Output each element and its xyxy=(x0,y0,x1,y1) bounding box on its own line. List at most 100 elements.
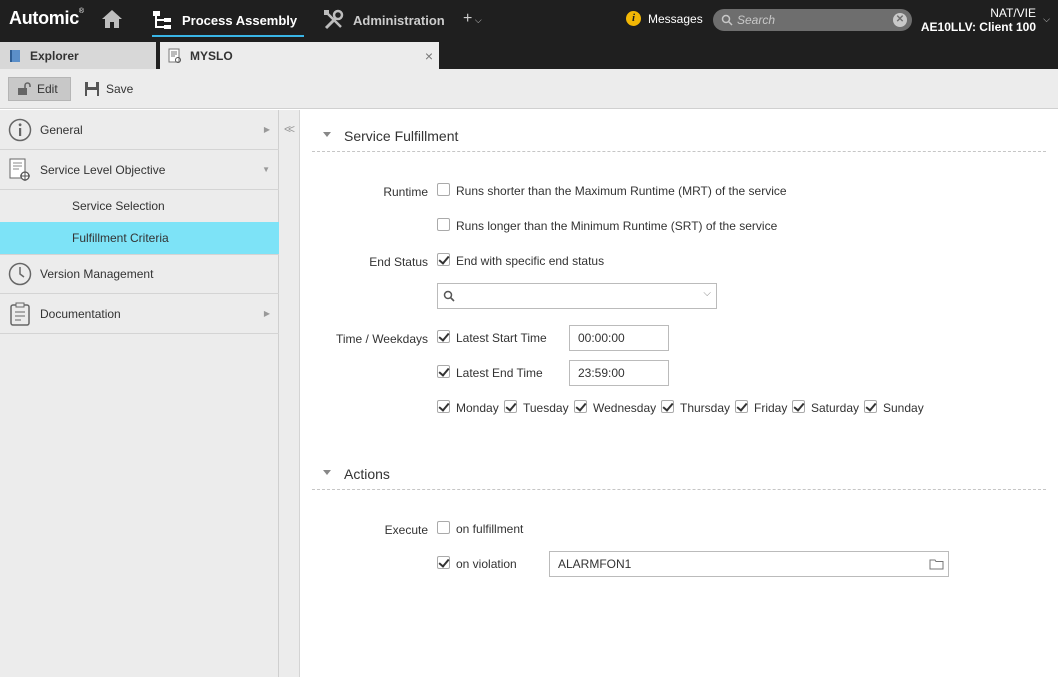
tab-bar: Explorer MYSLO × xyxy=(0,40,1058,69)
latest-start-label: Latest Start Time xyxy=(456,331,547,345)
wrench-screwdriver-icon xyxy=(324,9,344,30)
edit-button[interactable]: Edit xyxy=(8,77,71,101)
chevron-down-icon: ⌵ xyxy=(703,288,711,299)
on-fulfillment-checkbox[interactable] xyxy=(437,521,450,534)
save-button[interactable]: Save xyxy=(76,77,141,101)
close-tab-icon[interactable]: × xyxy=(425,48,433,64)
runtime-shorter-checkbox[interactable] xyxy=(437,183,450,196)
runtime-label: Runtime xyxy=(383,185,428,199)
runtime-longer-label: Runs longer than the Minimum Runtime (SR… xyxy=(456,219,778,233)
nav-documentation[interactable]: Documentation ▶ xyxy=(0,294,279,334)
search-input[interactable] xyxy=(737,11,887,29)
chevron-down-icon: ⌵ xyxy=(472,15,482,25)
automic-logo[interactable]: Automic® xyxy=(9,8,84,29)
weekday-checkbox-sunday[interactable] xyxy=(864,400,877,413)
nav-general[interactable]: General ▶ xyxy=(0,110,279,150)
toolbar: Edit Save xyxy=(0,69,1058,109)
nav-version-management-label: Version Management xyxy=(40,267,154,281)
nav-administration[interactable]: Administration xyxy=(323,0,445,40)
tab-explorer-label: Explorer xyxy=(30,48,79,63)
nav-fulfillment-criteria-label: Fulfillment Criteria xyxy=(72,231,169,245)
top-bar: Automic® Process Assembly Administration… xyxy=(0,0,1058,40)
runtime-longer-checkbox[interactable] xyxy=(437,218,450,231)
end-status-combobox[interactable]: ⌵ xyxy=(437,283,717,309)
section-title: Service Fulfillment xyxy=(344,128,459,144)
messages-button[interactable]: i Messages xyxy=(626,11,703,26)
messages-label: Messages xyxy=(648,11,703,26)
folder-icon[interactable] xyxy=(929,558,944,570)
explorer-book-icon xyxy=(10,49,20,62)
nav-fulfillment-criteria[interactable]: Fulfillment Criteria xyxy=(0,222,279,254)
slo-document-icon xyxy=(9,158,30,181)
weekday-checkbox-thursday[interactable] xyxy=(661,400,674,413)
user-name: NAT/VIE xyxy=(990,6,1036,20)
weekday-checkbox-saturday[interactable] xyxy=(792,400,805,413)
collapse-triangle-icon xyxy=(323,132,331,137)
runtime-shorter-label: Runs shorter than the Maximum Runtime (M… xyxy=(456,184,787,198)
latest-end-checkbox[interactable] xyxy=(437,365,450,378)
tab-myslo-label: MYSLO xyxy=(190,48,233,63)
clipboard-icon xyxy=(10,302,30,326)
tab-explorer[interactable]: Explorer xyxy=(0,42,156,69)
process-assembly-icon xyxy=(153,11,171,29)
nav-documentation-label: Documentation xyxy=(40,306,121,321)
nav-general-label: General xyxy=(40,122,83,137)
nav-version-management[interactable]: Version Management xyxy=(0,254,279,294)
section-service-fulfillment[interactable]: Service Fulfillment xyxy=(312,120,1046,152)
save-disk-icon xyxy=(85,82,99,96)
search-icon xyxy=(721,14,733,26)
violation-object-input[interactable] xyxy=(549,551,949,577)
end-status-label: End Status xyxy=(369,255,428,269)
nav-service-selection-label: Service Selection xyxy=(72,199,165,213)
chevron-right-icon: ▶ xyxy=(263,309,270,318)
end-status-option-label: End with specific end status xyxy=(456,254,605,268)
double-chevron-left-icon: << xyxy=(284,122,295,136)
add-perspective-button[interactable]: + ⌵ xyxy=(463,10,482,28)
chevron-down-icon: ▼ xyxy=(262,165,270,174)
section-title: Actions xyxy=(344,466,390,482)
nav-slo-label: Service Level Objective xyxy=(40,162,166,177)
on-violation-checkbox[interactable] xyxy=(437,556,450,569)
weekday-checkbox-tuesday[interactable] xyxy=(504,400,517,413)
time-weekdays-label: Time / Weekdays xyxy=(335,332,428,346)
weekday-checkbox-wednesday[interactable] xyxy=(574,400,587,413)
latest-start-input[interactable] xyxy=(569,325,669,351)
user-menu-chevron-icon[interactable]: ⌵ xyxy=(1043,14,1050,25)
collapse-triangle-icon xyxy=(323,470,331,475)
search-icon xyxy=(443,290,455,302)
user-info[interactable]: NAT/VIE AE10LLV: Client 100 xyxy=(921,6,1036,34)
on-violation-label: on violation xyxy=(456,557,517,571)
clock-icon xyxy=(8,262,32,286)
weekday-label: Monday xyxy=(456,401,499,415)
main-content: Service Fulfillment Runtime Runs shorter… xyxy=(300,110,1058,677)
active-nav-underline xyxy=(152,35,305,37)
save-label: Save xyxy=(106,82,134,96)
weekday-checkbox-friday[interactable] xyxy=(735,400,748,413)
info-circle-icon xyxy=(8,118,32,141)
latest-end-input[interactable] xyxy=(569,360,669,386)
nav-service-selection[interactable]: Service Selection xyxy=(0,190,279,222)
edit-label: Edit xyxy=(37,82,58,96)
clear-search-icon[interactable]: ✕ xyxy=(893,13,907,27)
weekday-label: Tuesday xyxy=(523,401,569,415)
home-icon[interactable] xyxy=(100,8,124,30)
latest-start-checkbox[interactable] xyxy=(437,330,450,343)
latest-end-label: Latest End Time xyxy=(456,366,543,380)
chevron-right-icon: ▶ xyxy=(263,125,270,134)
tab-myslo[interactable]: MYSLO × xyxy=(160,42,439,69)
on-fulfillment-label: on fulfillment xyxy=(456,522,524,536)
section-actions[interactable]: Actions xyxy=(312,458,1046,490)
slo-document-icon xyxy=(168,48,181,63)
weekday-label: Sunday xyxy=(883,401,924,415)
execute-label: Execute xyxy=(384,523,428,537)
registered-mark: ® xyxy=(78,8,84,15)
weekday-checkbox-monday[interactable] xyxy=(437,400,450,413)
nav-process-assembly[interactable]: Process Assembly xyxy=(152,0,305,40)
collapse-panel-button[interactable]: << xyxy=(279,110,300,677)
weekday-label: Saturday xyxy=(811,401,860,415)
unlock-icon xyxy=(18,82,31,95)
weekday-label: Wednesday xyxy=(593,401,657,415)
end-status-checkbox[interactable] xyxy=(437,253,450,266)
nav-administration-label: Administration xyxy=(353,12,445,28)
nav-service-level-objective[interactable]: Service Level Objective ▼ xyxy=(0,150,279,190)
